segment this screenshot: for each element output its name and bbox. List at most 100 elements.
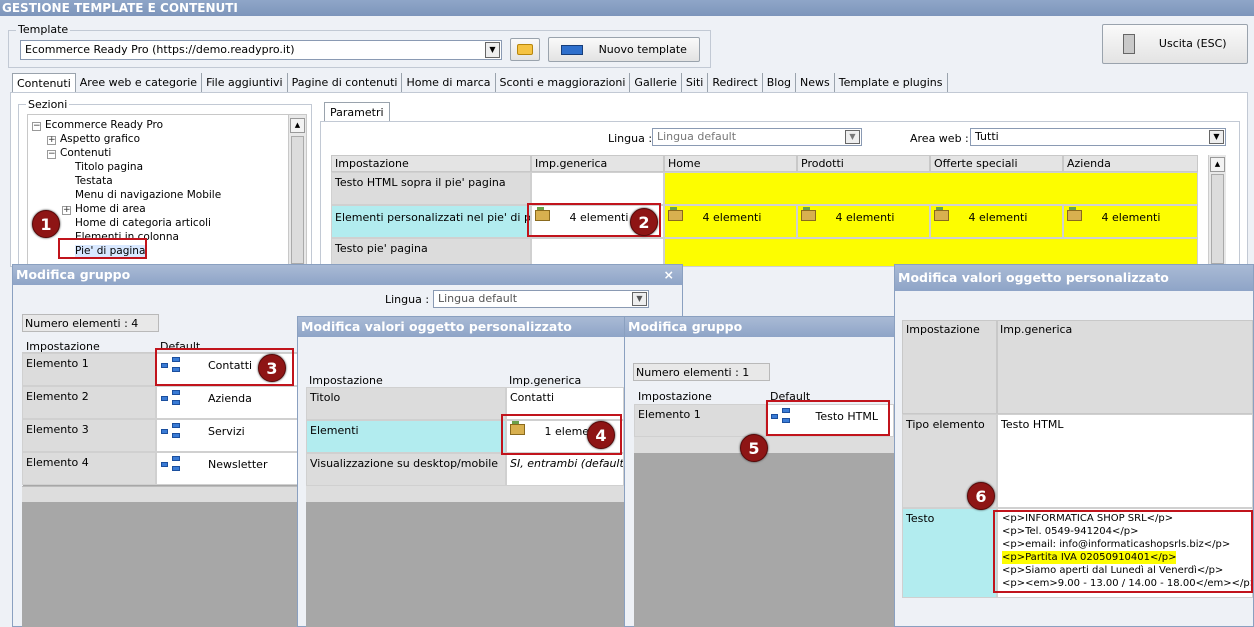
scroll-up-icon[interactable]: ▲	[290, 118, 305, 133]
dlg2-row-elementi-label[interactable]: Elementi	[306, 420, 506, 453]
tree-item-aspetto[interactable]: Aspetto grafico	[60, 133, 140, 145]
close-icon[interactable]: ×	[664, 265, 674, 285]
params-col-prodotti: Prodotti	[797, 155, 930, 172]
params-cell-offerte[interactable]: 4 elementi	[930, 205, 1063, 238]
params-cell-azienda[interactable]: 4 elementi	[1063, 205, 1198, 238]
params-col-generica: Imp.generica	[531, 155, 664, 172]
tab-home-di-marca[interactable]: Home di marca	[402, 73, 496, 93]
tab-sconti-e-maggiorazioni[interactable]: Sconti e maggiorazioni	[496, 73, 631, 93]
params-lingua-select[interactable]: Lingua default ▼	[652, 128, 862, 146]
tab-template-e-plugins[interactable]: Template e plugins	[835, 73, 948, 93]
callout-box-pie-pagina	[58, 238, 147, 259]
params-row-label[interactable]: Elementi personalizzati nel pie' di pagi…	[331, 205, 531, 238]
exit-door-icon	[1123, 34, 1136, 54]
dlg1-row-label[interactable]: Elemento 2	[22, 386, 156, 419]
tree-item-menu-mobile[interactable]: Menu di navigazione Mobile	[75, 189, 221, 201]
collapse-icon[interactable]: −	[47, 150, 56, 159]
dlg3-col-setting: Impostazione	[638, 390, 712, 403]
tree-item-root[interactable]: Ecommerce Ready Pro	[45, 119, 163, 131]
params-cell[interactable]	[664, 172, 1198, 205]
dialog-title: Modifica valori oggetto personalizzato	[895, 265, 1253, 291]
tab-pagine-di-contenuti[interactable]: Pagine di contenuti	[288, 73, 403, 93]
tree-item-contenuti[interactable]: Contenuti	[60, 147, 111, 159]
group-tree-icon	[160, 423, 182, 439]
tab-blog[interactable]: Blog	[763, 73, 797, 93]
dlg4-testo-label[interactable]: Testo	[902, 508, 997, 598]
dlg1-row-value[interactable]: Servizi	[156, 419, 298, 452]
params-cell-home[interactable]: 4 elementi	[664, 205, 797, 238]
dlg3-count: Numero elementi : 1	[633, 363, 770, 381]
dlg1-row-text: Newsletter	[208, 458, 268, 471]
template-select[interactable]: Ecommerce Ready Pro (https://demo.readyp…	[20, 40, 502, 60]
params-cell[interactable]	[531, 238, 664, 267]
tree-item-titolo[interactable]: Titolo pagina	[75, 161, 143, 173]
tab-file-aggiuntivi[interactable]: File aggiuntivi	[202, 73, 288, 93]
dlg2-row-visualizzazione-label[interactable]: Visualizzazione su desktop/mobile	[306, 453, 506, 486]
scroll-up-icon[interactable]: ▲	[1210, 157, 1225, 172]
dlg2-row-titolo-label[interactable]: Titolo	[306, 387, 506, 420]
params-row-label[interactable]: Testo pie' pagina	[331, 238, 531, 267]
tab-gallerie[interactable]: Gallerie	[630, 73, 682, 93]
dlg1-row-value[interactable]: Azienda	[156, 386, 298, 419]
dlg4-tipo-value[interactable]: Testo HTML	[997, 414, 1253, 508]
sections-label: Sezioni	[26, 98, 70, 111]
chevron-down-icon[interactable]: ▼	[485, 42, 500, 58]
params-cell[interactable]	[664, 238, 1198, 267]
params-lingua-label: Lingua :	[608, 132, 653, 145]
tab-redirect[interactable]: Redirect	[708, 73, 763, 93]
params-area-label: Area web :	[910, 132, 969, 145]
step-badge-6: 6	[967, 482, 995, 510]
expand-icon[interactable]: +	[47, 136, 56, 145]
step-badge-1: 1	[32, 210, 60, 238]
new-template-button[interactable]: Nuovo template	[548, 37, 700, 62]
group-tree-icon	[160, 456, 182, 472]
params-cell[interactable]	[531, 172, 664, 205]
tree-item-home-area[interactable]: Home di area	[75, 203, 146, 215]
tab-news[interactable]: News	[796, 73, 835, 93]
expand-icon[interactable]: +	[62, 206, 71, 215]
exit-button[interactable]: Uscita (ESC)	[1102, 24, 1248, 64]
dlg1-empty-row	[22, 486, 298, 502]
chevron-down-icon[interactable]: ▼	[845, 130, 860, 144]
main-tabs: Contenuti Aree web e categorie File aggiun…	[12, 73, 948, 93]
params-cell-prodotti[interactable]: 4 elementi	[797, 205, 930, 238]
folder-icon	[517, 44, 533, 55]
params-row-label[interactable]: Testo HTML sopra il pie' pagina	[331, 172, 531, 205]
tree-item-home-categoria[interactable]: Home di categoria articoli	[75, 217, 211, 229]
params-grid: Impostazione Imp.generica Home Prodotti …	[331, 155, 1198, 267]
scroll-thumb[interactable]	[291, 136, 304, 264]
dlg3-row-label[interactable]: Elemento 1	[634, 404, 766, 437]
dlg1-row-label[interactable]: Elemento 3	[22, 419, 156, 452]
dlg3-empty-area	[634, 453, 894, 627]
tab-aree-web-e-categorie[interactable]: Aree web e categorie	[76, 73, 203, 93]
exit-label: Uscita (ESC)	[1158, 37, 1227, 50]
dlg1-count: Numero elementi : 4	[22, 314, 159, 332]
scroll-thumb[interactable]	[1211, 174, 1224, 264]
dlg1-lingua-select[interactable]: Lingua default ▼	[433, 290, 649, 308]
dlg1-row-label[interactable]: Elemento 1	[22, 353, 156, 386]
params-col-azienda: Azienda	[1063, 155, 1198, 172]
tab-parametri[interactable]: Parametri	[324, 102, 390, 122]
dlg1-row-value[interactable]: Newsletter	[156, 452, 298, 485]
tree-item-testata[interactable]: Testata	[75, 175, 113, 187]
collapse-icon[interactable]: −	[32, 122, 41, 131]
params-area-select[interactable]: Tutti ▼	[970, 128, 1226, 146]
tab-siti[interactable]: Siti	[682, 73, 709, 93]
params-col-offerte: Offerte speciali	[930, 155, 1063, 172]
params-cell-value: 4 elementi	[835, 211, 895, 224]
template-label: Template	[16, 23, 71, 36]
dlg1-col-setting: Impostazione	[26, 340, 100, 353]
dlg2-empty-row	[306, 486, 624, 502]
folder-icon	[934, 207, 949, 221]
dlg2-row-visualizzazione-value[interactable]: SI, entrambi (default)	[506, 453, 624, 486]
chevron-down-icon[interactable]: ▼	[1209, 130, 1224, 144]
params-area-value: Tutti	[975, 130, 999, 143]
params-lingua-value: Lingua default	[657, 130, 737, 143]
open-folder-button[interactable]	[510, 38, 540, 61]
chevron-down-icon[interactable]: ▼	[632, 292, 647, 306]
dlg1-row-label[interactable]: Elemento 4	[22, 452, 156, 485]
params-col-impostazione: Impostazione	[331, 155, 531, 172]
folder-icon	[1067, 207, 1082, 221]
tab-contenuti[interactable]: Contenuti	[12, 73, 76, 93]
params-scrollbar[interactable]: ▲	[1208, 155, 1226, 267]
